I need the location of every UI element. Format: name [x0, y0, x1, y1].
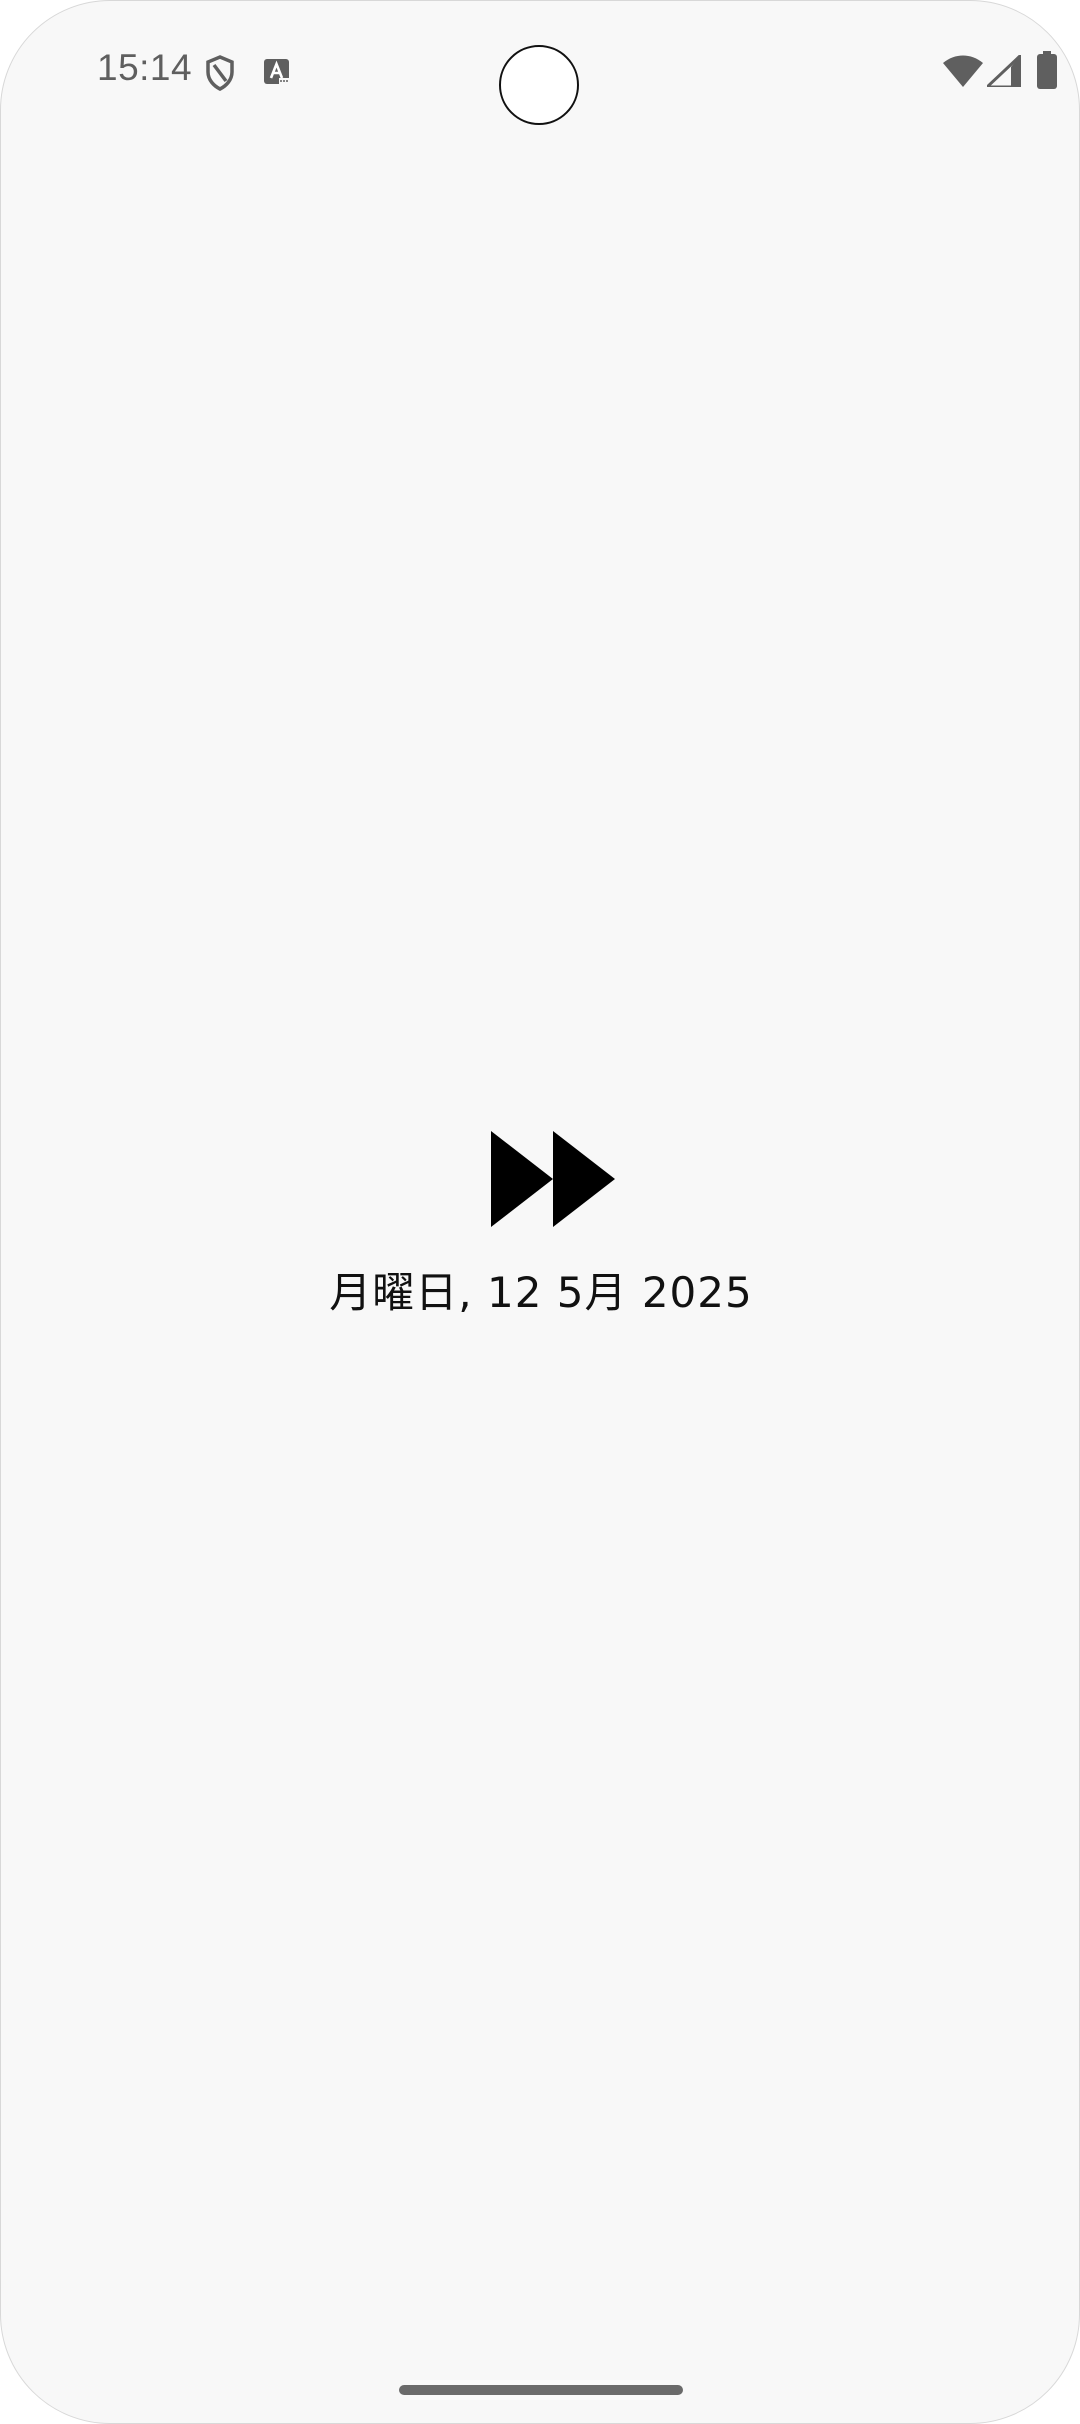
status-time: 15:14 [97, 47, 193, 88]
battery-icon [1037, 51, 1057, 89]
camera-cutout [499, 45, 579, 125]
shield-icon [206, 55, 234, 91]
status-bar: 15:14 [1, 1, 1079, 141]
fast-forward-icon[interactable] [489, 1129, 617, 1229]
signal-icon [987, 55, 1021, 87]
home-indicator[interactable] [399, 2385, 683, 2395]
phone-screen: 15:14 月曜日, 12 5月 2025 [0, 0, 1080, 2424]
wifi-icon [943, 55, 983, 87]
date-label: 月曜日, 12 5月 2025 [329, 1268, 753, 1317]
a-notification-icon [264, 59, 289, 84]
